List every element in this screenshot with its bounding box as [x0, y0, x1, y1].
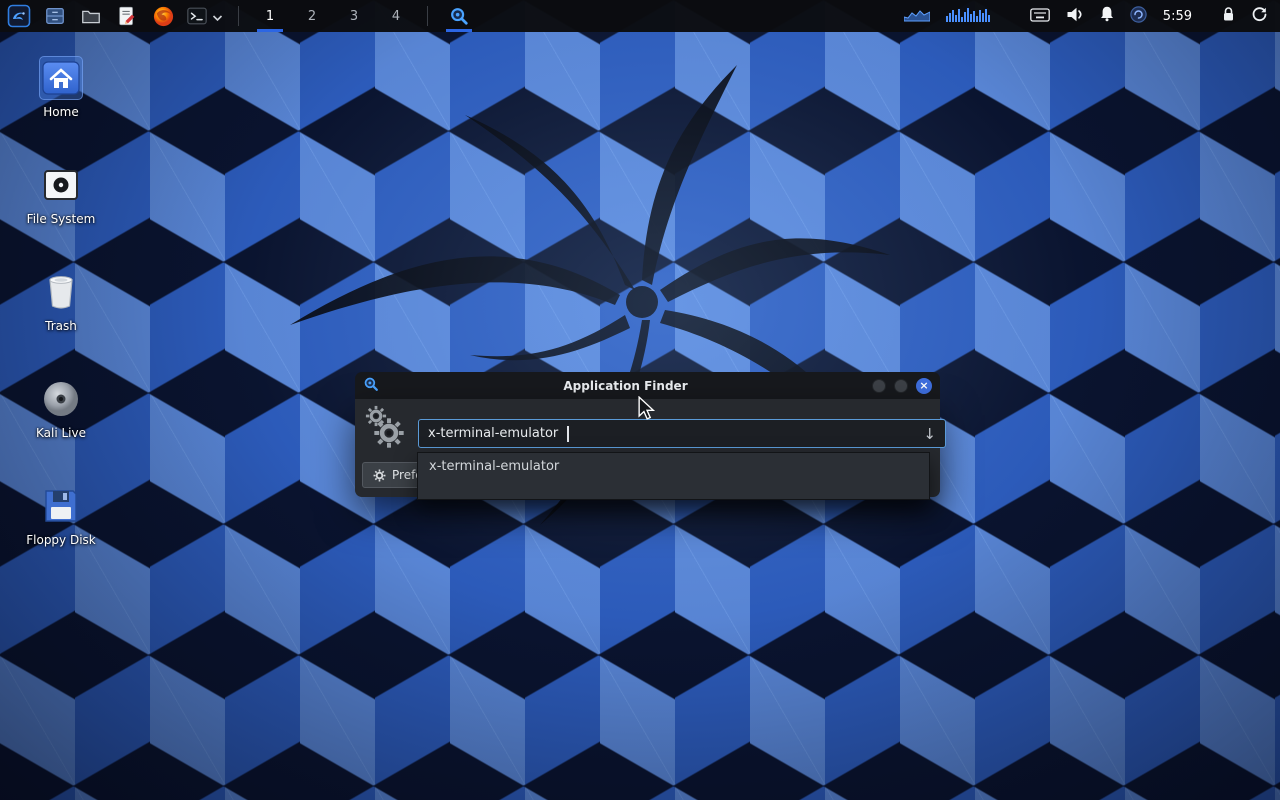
cpu-graph-icon[interactable] [904, 6, 930, 26]
terminal-icon[interactable] [186, 3, 208, 29]
desktop-icon-file-system[interactable]: File System [18, 163, 104, 226]
close-button[interactable]: × [916, 378, 932, 394]
desktop-icon-label: Kali Live [36, 427, 86, 440]
workspace-4-label: 4 [392, 9, 400, 24]
desktop-icon-label: Trash [45, 320, 77, 333]
file-manager-icon[interactable] [42, 3, 68, 29]
chevron-down-icon[interactable] [212, 7, 223, 26]
workspace-3-label: 3 [350, 9, 358, 24]
kali-menu-icon[interactable] [6, 3, 32, 29]
workspace-1-label: 1 [266, 9, 274, 24]
desktop-screen: 1 2 3 4 [0, 0, 1280, 800]
top-panel: 1 2 3 4 [0, 0, 1280, 32]
spectrum-graph-icon[interactable] [946, 5, 992, 27]
completion-item[interactable]: x-terminal-emulator [418, 453, 929, 480]
panel-separator [427, 6, 428, 26]
firefox-icon[interactable] [150, 3, 176, 29]
trash-icon [39, 270, 83, 314]
folder-icon[interactable] [78, 3, 104, 29]
dropdown-arrow-icon[interactable]: ↓ [923, 425, 936, 443]
cdrom-icon [39, 377, 83, 421]
clock[interactable]: 5:59 [1163, 9, 1192, 24]
application-finder-icon [363, 376, 379, 396]
application-finder-window: Application Finder × x-terminal-emulator… [355, 372, 940, 497]
home-icon [39, 56, 83, 100]
desktop-icon-floppy-disk[interactable]: Floppy Disk [18, 484, 104, 547]
maximize-button[interactable] [894, 379, 908, 393]
desktop-icon-trash[interactable]: Trash [18, 270, 104, 333]
taskbar-application-finder[interactable] [443, 0, 475, 32]
window-titlebar[interactable]: Application Finder × [355, 372, 940, 399]
panel-separator [238, 6, 239, 26]
desktop-icon-home[interactable]: Home [18, 56, 104, 119]
desktop-icon-label: File System [27, 213, 96, 226]
window-body: x-terminal-emulator ↓ Preferences x-term… [355, 399, 940, 497]
command-input-value: x-terminal-emulator [428, 426, 558, 441]
file-system-icon [39, 163, 83, 207]
text-editor-icon[interactable] [114, 3, 140, 29]
minimize-button[interactable] [872, 379, 886, 393]
workspace-3[interactable]: 3 [338, 0, 370, 32]
workspace-2[interactable]: 2 [296, 0, 328, 32]
workspace-4[interactable]: 4 [380, 0, 412, 32]
text-cursor [567, 426, 569, 442]
desktop-icon-label: Floppy Disk [26, 534, 96, 547]
keyboard-layout-icon[interactable] [1030, 7, 1050, 26]
window-buttons: × [872, 378, 932, 394]
settings-gears-icon [363, 405, 413, 455]
desktop-icon-label: Home [43, 106, 78, 119]
floppy-icon [39, 484, 83, 528]
update-indicator-icon[interactable] [1130, 6, 1147, 27]
panel-right: 5:59 [904, 0, 1280, 32]
workspace-1[interactable]: 1 [254, 0, 286, 32]
session-logout-icon[interactable] [1251, 6, 1268, 27]
panel-left: 1 2 3 4 [0, 0, 475, 32]
workspace-2-label: 2 [308, 9, 316, 24]
volume-icon[interactable] [1066, 7, 1084, 26]
completion-popup: x-terminal-emulator [417, 452, 930, 500]
command-input[interactable]: x-terminal-emulator ↓ [418, 419, 946, 448]
desktop-icon-kali-live[interactable]: Kali Live [18, 377, 104, 440]
notifications-bell-icon[interactable] [1100, 6, 1114, 26]
window-title: Application Finder [379, 379, 872, 393]
lock-icon[interactable] [1222, 6, 1235, 26]
